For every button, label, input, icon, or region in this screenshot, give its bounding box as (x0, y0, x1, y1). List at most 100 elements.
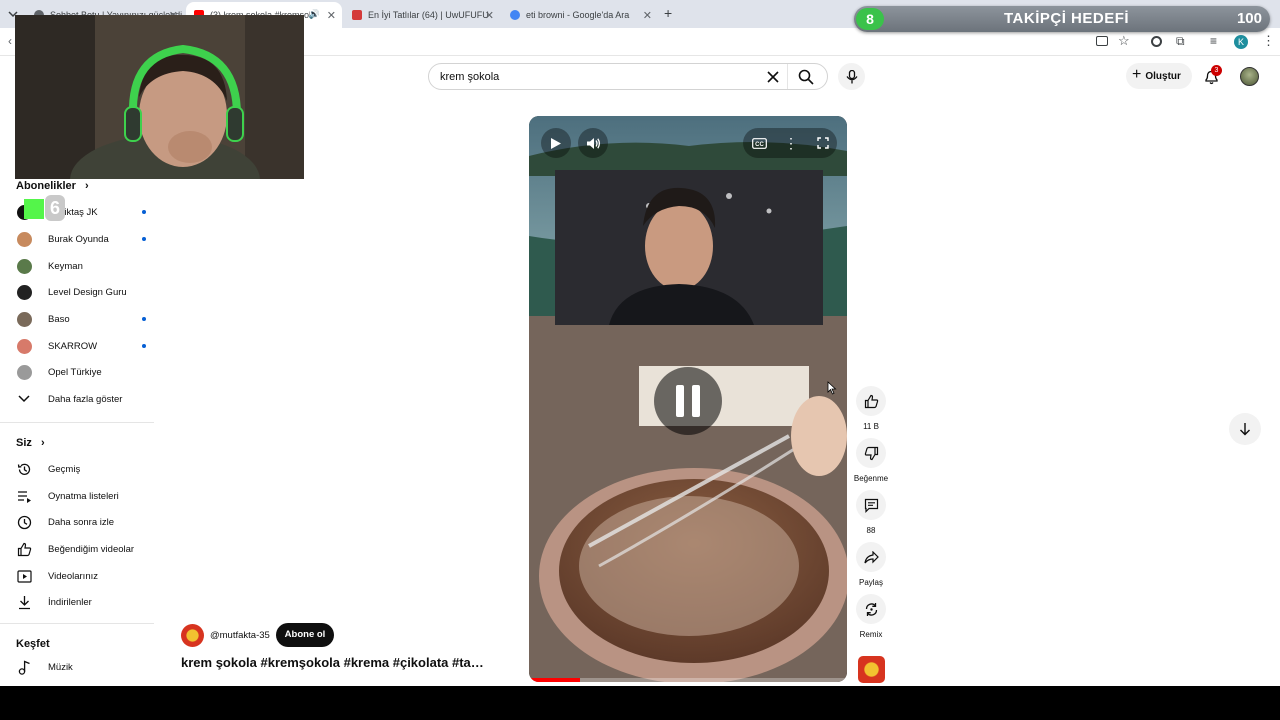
webcam-overlay (15, 15, 304, 179)
subscriptions-heading[interactable]: Abonelikler › (16, 180, 89, 192)
back-arrow-icon[interactable]: ‹ (8, 34, 12, 48)
like-button[interactable] (856, 386, 886, 416)
browser-tab[interactable]: eti browni - Google'da Ara ✕ (502, 4, 658, 26)
more-options-icon[interactable]: ⋮ (779, 131, 803, 155)
sidebar-divider (0, 422, 154, 423)
channel-handle[interactable]: @mutfakta-35 (210, 630, 270, 641)
tab-close-icon[interactable]: ✕ (643, 9, 652, 22)
like-action[interactable]: 11 B (856, 386, 886, 431)
search-icon[interactable] (797, 68, 815, 86)
subscription-label: Keyman (48, 260, 83, 272)
play-button[interactable] (541, 128, 571, 158)
sidebar-divider (0, 623, 154, 624)
search-divider (787, 64, 788, 89)
explore-title: Keşfet (16, 638, 50, 650)
new-content-dot (142, 344, 146, 348)
sidebar-item-label: Müzik (48, 661, 73, 673)
subscription-item[interactable]: Burak Oyunda (16, 228, 146, 250)
short-title[interactable]: krem şokola #kremşokola #krema #çikolata… (181, 655, 484, 670)
extensions-puzzle-icon[interactable]: ⧉ (1176, 34, 1185, 49)
subscription-label: Baso (48, 313, 70, 325)
tab-audio-icon[interactable]: 🔊 (309, 9, 320, 20)
show-more-button[interactable]: Daha fazla göster (16, 388, 146, 410)
subscription-item[interactable]: Baso (16, 308, 146, 330)
subscription-item[interactable]: Keyman (16, 255, 146, 277)
channel-avatar-icon (16, 311, 32, 327)
voice-search-mic-icon[interactable] (838, 63, 865, 90)
sidebar-item-label: Beğendiğim videolar (48, 543, 135, 555)
comment-count: 88 (866, 526, 876, 535)
video-progress-fill (529, 678, 580, 682)
sidebar-item-label: Videolarınız (48, 570, 98, 582)
svg-text:CC: CC (755, 142, 764, 148)
plus-icon: + (1132, 66, 1142, 83)
follow-goal-widget: 8 TAKİPÇİ HEDEFİ 100 (854, 6, 1270, 32)
sidebar-item-your-videos[interactable]: Videolarınız (16, 565, 146, 587)
subscription-label: SKARROW (48, 340, 98, 352)
thumbs-up-icon (16, 541, 32, 557)
account-avatar[interactable] (1240, 67, 1259, 86)
create-button[interactable]: + Oluştur (1126, 63, 1192, 89)
sidebar-item-label: Daha sonra izle (48, 516, 115, 528)
avatar (16, 258, 32, 274)
sidebar-item-music[interactable]: Müzik (16, 656, 146, 678)
new-tab-plus-icon[interactable]: + (664, 5, 672, 21)
captions-icon[interactable]: CC (747, 131, 771, 155)
install-app-icon[interactable] (1096, 36, 1108, 46)
channel-avatar-icon (16, 364, 32, 380)
dislike-action[interactable]: Beğenme (854, 438, 888, 483)
dislike-button[interactable] (856, 438, 886, 468)
share-button[interactable] (856, 542, 886, 572)
remix-action[interactable]: Remix (856, 594, 886, 639)
extension-shield-icon[interactable] (1151, 36, 1162, 47)
tab-favicon (352, 10, 362, 20)
subscription-label: Opel Türkiye (48, 366, 102, 378)
sidebar-item-liked-videos[interactable]: Beğendiğim videolar (16, 538, 146, 560)
pause-icon[interactable] (654, 367, 722, 435)
sidebar-item-watch-later[interactable]: Daha sonra izle (16, 511, 146, 533)
avatar (16, 311, 32, 327)
video-progress-bar[interactable] (529, 678, 847, 682)
subscription-item[interactable]: Opel Türkiye (16, 361, 146, 383)
browser-tab[interactable]: En İyi Tatlılar (64) | UwUFUFU ✕ (344, 4, 500, 26)
channel-avatar[interactable] (181, 624, 204, 647)
download-icon (16, 594, 32, 610)
channel-avatar-icon (16, 258, 32, 274)
thumbs-down-icon (864, 446, 878, 460)
history-icon (16, 461, 32, 477)
new-content-dot (142, 317, 146, 321)
sidebar-item-label: Oynatma listeleri (48, 490, 119, 502)
tab-title: eti browni - Google'da Ara (526, 10, 630, 20)
subscribe-button[interactable]: Abone ol (276, 623, 334, 647)
subscription-item[interactable]: SKARROW (16, 335, 146, 357)
tab-close-icon[interactable]: ✕ (485, 9, 494, 22)
browser-menu-icon[interactable]: ⋮ (1262, 33, 1275, 49)
search-input[interactable] (440, 70, 760, 83)
profile-avatar[interactable]: K (1234, 35, 1248, 49)
media-control-icon[interactable]: ≡ (1210, 34, 1217, 48)
comments-action[interactable]: 88 (856, 490, 886, 535)
volume-icon[interactable] (578, 128, 608, 158)
sidebar-item-downloads[interactable]: İndirilenler (16, 591, 146, 613)
clear-search-icon[interactable] (765, 69, 781, 85)
subscription-item[interactable]: Level Design Guru (16, 281, 146, 303)
show-more-label: Daha fazla göster (48, 393, 123, 405)
sidebar-item-history[interactable]: Geçmiş (16, 458, 146, 480)
channel-avatar-small[interactable] (858, 656, 885, 683)
next-video-arrow-icon[interactable] (1229, 413, 1261, 445)
sidebar-item-playlists[interactable]: Oynatma listeleri (16, 485, 146, 507)
share-action[interactable]: Paylaş (856, 542, 886, 587)
comments-button[interactable] (856, 490, 886, 520)
shorts-video-player[interactable]: CC ⋮ (529, 116, 847, 682)
green-kick-icon (24, 199, 44, 219)
playlists-icon (16, 488, 32, 504)
share-arrow-icon (863, 550, 879, 563)
remix-button[interactable] (856, 594, 886, 624)
notifications-bell-icon[interactable]: 3 (1202, 65, 1222, 86)
fullscreen-icon[interactable] (811, 131, 835, 155)
follow-goal-label: TAKİPÇİ HEDEFİ (1004, 10, 1130, 27)
bookmark-star-icon[interactable]: ☆ (1118, 33, 1130, 49)
remix-label: Remix (859, 630, 883, 639)
you-heading[interactable]: Siz › (16, 437, 45, 449)
tab-close-icon[interactable]: ✕ (327, 9, 336, 22)
